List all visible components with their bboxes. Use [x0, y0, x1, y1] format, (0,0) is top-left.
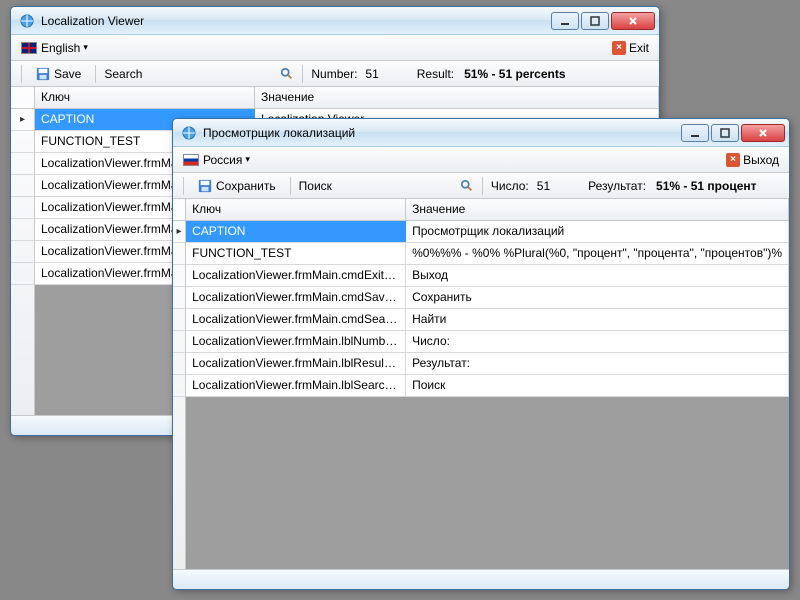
titlebar[interactable]: Localization Viewer [11, 7, 659, 35]
minimize-button[interactable] [551, 12, 579, 30]
menubar: Россия ▾ × Выход [173, 147, 789, 173]
table-row[interactable]: CAPTIONПросмотрщик локализаций [186, 221, 789, 243]
language-selector[interactable]: Россия ▾ [179, 151, 254, 169]
column-header-value[interactable]: Значение [406, 199, 789, 220]
column-header-key[interactable]: Ключ [35, 87, 255, 108]
exit-button[interactable]: × Выход [722, 151, 783, 169]
app-icon [19, 13, 35, 29]
minimize-button[interactable] [681, 124, 709, 142]
number-value: 51 [537, 179, 550, 193]
chevron-down-icon: ▾ [245, 154, 250, 165]
exit-label: Exit [629, 41, 649, 55]
exit-label: Выход [743, 153, 779, 167]
row-selector-column [173, 199, 186, 569]
cell-value[interactable]: Выход [406, 265, 789, 286]
maximize-button[interactable] [711, 124, 739, 142]
search-icon[interactable] [280, 67, 294, 81]
window-title: Localization Viewer [41, 14, 549, 28]
titlebar[interactable]: Просмотрщик локализаций [173, 119, 789, 147]
row-selector-column [11, 87, 35, 415]
number-value: 51 [365, 67, 378, 81]
toolbar: Сохранить Поиск Число: 51 Результат: 51%… [173, 173, 789, 199]
cell-key[interactable]: LocalizationViewer.frmMain.cmdSearch_Tex… [186, 309, 406, 330]
search-label: Search [104, 67, 142, 81]
result-label: Результат: [588, 179, 646, 193]
cell-key[interactable]: FUNCTION_TEST [186, 243, 406, 264]
number-label: Number: [311, 67, 357, 81]
language-label: English [41, 41, 80, 55]
close-icon: × [612, 41, 626, 55]
app-icon [181, 125, 197, 141]
exit-button[interactable]: × Exit [608, 39, 653, 57]
toolbar: Save Search Number: 51 Result: 51% - 51 … [11, 61, 659, 87]
table-row[interactable]: LocalizationViewer.frmMain.cmdSearch_Tex… [186, 309, 789, 331]
table-row[interactable]: LocalizationViewer.frmMain.cmdSave_TextС… [186, 287, 789, 309]
table-row[interactable]: LocalizationViewer.frmMain.lblNumber_Tex… [186, 331, 789, 353]
cell-key[interactable]: LocalizationViewer.frmMain.lblResult_Tex… [186, 353, 406, 374]
column-header-key[interactable]: Ключ [186, 199, 406, 220]
cell-key[interactable]: LocalizationViewer.frmMain.cmdSave_Text [186, 287, 406, 308]
table-row[interactable]: FUNCTION_TEST%0%%% - %0% %Plural(%0, "пр… [186, 243, 789, 265]
grid-header: Ключ Значение [35, 87, 659, 109]
window-russian: Просмотрщик локализаций Россия ▾ × Выход… [172, 118, 790, 590]
result-label: Result: [417, 67, 454, 81]
cell-key[interactable]: CAPTION [186, 221, 406, 242]
cell-key[interactable]: LocalizationViewer.frmMain.cmdExit_Text [186, 265, 406, 286]
flag-uk-icon [21, 42, 37, 54]
number-label: Число: [491, 179, 529, 193]
grid-container: Ключ Значение CAPTIONПросмотрщик локализ… [173, 199, 789, 569]
save-label: Сохранить [216, 179, 276, 193]
search-label: Поиск [299, 179, 332, 193]
table-row[interactable]: LocalizationViewer.frmMain.lblSearch_Tex… [186, 375, 789, 397]
cell-value[interactable]: Результат: [406, 353, 789, 374]
save-label: Save [54, 67, 81, 81]
close-button[interactable] [611, 12, 655, 30]
chevron-down-icon: ▾ [83, 42, 88, 53]
menubar: English ▾ × Exit [11, 35, 659, 61]
statusbar [173, 569, 789, 589]
floppy-icon [198, 179, 212, 193]
table-row[interactable]: LocalizationViewer.frmMain.lblResult_Tex… [186, 353, 789, 375]
flag-ru-icon [183, 154, 199, 166]
language-selector[interactable]: English ▾ [17, 39, 92, 57]
cell-value[interactable]: Просмотрщик локализаций [406, 221, 789, 242]
search-icon[interactable] [460, 179, 474, 193]
save-button[interactable]: Сохранить [192, 176, 282, 196]
maximize-button[interactable] [581, 12, 609, 30]
row-indicator-current[interactable] [11, 109, 34, 131]
column-header-value[interactable]: Значение [255, 87, 659, 108]
floppy-icon [36, 67, 50, 81]
window-title: Просмотрщик локализаций [203, 126, 679, 140]
cell-value[interactable]: Поиск [406, 375, 789, 396]
result-value: 51% - 51 процент [656, 179, 756, 193]
cell-key[interactable]: LocalizationViewer.frmMain.lblSearch_Tex… [186, 375, 406, 396]
grid-header: Ключ Значение [186, 199, 789, 221]
cell-value[interactable]: Найти [406, 309, 789, 330]
language-label: Россия [203, 153, 242, 167]
close-icon: × [726, 153, 740, 167]
cell-value[interactable]: Сохранить [406, 287, 789, 308]
cell-key[interactable]: LocalizationViewer.frmMain.lblNumber_Tex… [186, 331, 406, 352]
close-button[interactable] [741, 124, 785, 142]
table-row[interactable]: LocalizationViewer.frmMain.cmdExit_TextВ… [186, 265, 789, 287]
cell-value[interactable]: %0%%% - %0% %Plural(%0, "процент", "проц… [406, 243, 789, 264]
row-indicator-current[interactable] [173, 221, 185, 243]
grid-body[interactable]: CAPTIONПросмотрщик локализацийFUNCTION_T… [186, 221, 789, 397]
result-value: 51% - 51 percents [464, 67, 565, 81]
save-button[interactable]: Save [30, 64, 87, 84]
cell-value[interactable]: Число: [406, 331, 789, 352]
